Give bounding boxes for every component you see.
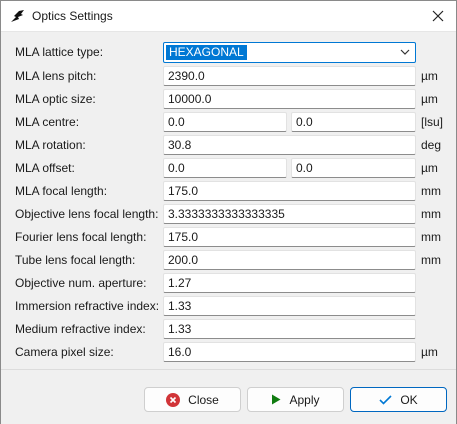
row-optic-size: MLA optic size: µm bbox=[1, 89, 456, 109]
num-aperture-label: Objective num. aperture: bbox=[15, 276, 147, 290]
row-num-aperture: Objective num. aperture: bbox=[1, 273, 456, 293]
window-title: Optics Settings bbox=[32, 9, 113, 23]
row-pixel-size: Camera pixel size: µm bbox=[1, 342, 456, 362]
tube-focal-input[interactable] bbox=[163, 250, 416, 270]
title-bar: Optics Settings bbox=[1, 1, 456, 32]
window-close-button[interactable] bbox=[424, 2, 452, 30]
checkmark-icon bbox=[379, 394, 392, 405]
ok-button-label: OK bbox=[400, 392, 418, 407]
ok-button[interactable]: OK bbox=[350, 387, 447, 412]
centre-y-input[interactable] bbox=[291, 112, 416, 132]
rotation-label: MLA rotation: bbox=[15, 138, 86, 152]
row-tube-focal: Tube lens focal length: mm bbox=[1, 250, 456, 270]
fourier-focal-input[interactable] bbox=[163, 227, 416, 247]
optic-size-input[interactable] bbox=[163, 89, 416, 109]
app-bird-icon bbox=[11, 10, 24, 22]
immersion-index-label: Immersion refractive index: bbox=[15, 299, 160, 313]
row-immersion-index: Immersion refractive index: bbox=[1, 296, 456, 316]
settings-form: MLA lattice type: HEXAGONAL MLA lens pit… bbox=[1, 32, 456, 369]
optics-settings-dialog: Optics Settings MLA lattice type: HEXAGO… bbox=[0, 0, 457, 424]
tube-focal-label: Tube lens focal length: bbox=[15, 253, 136, 267]
apply-button[interactable]: Apply bbox=[247, 387, 344, 412]
centre-x-input[interactable] bbox=[163, 112, 287, 132]
lattice-type-label: MLA lattice type: bbox=[15, 45, 104, 59]
focal-length-unit: mm bbox=[421, 184, 441, 198]
row-lens-pitch: MLA lens pitch: µm bbox=[1, 66, 456, 86]
close-icon bbox=[432, 10, 444, 22]
immersion-index-input[interactable] bbox=[163, 296, 416, 316]
row-focal-length: MLA focal length: mm bbox=[1, 181, 456, 201]
row-lattice-type: MLA lattice type: HEXAGONAL bbox=[1, 42, 456, 63]
close-button[interactable]: Close bbox=[144, 387, 241, 412]
optic-size-label: MLA optic size: bbox=[15, 92, 96, 106]
objective-focal-unit: mm bbox=[421, 207, 441, 221]
row-offset: MLA offset: µm bbox=[1, 158, 456, 178]
focal-length-label: MLA focal length: bbox=[15, 184, 108, 198]
tube-focal-unit: mm bbox=[421, 253, 441, 267]
num-aperture-input[interactable] bbox=[163, 273, 416, 293]
row-centre: MLA centre: [lsu] bbox=[1, 112, 456, 132]
pixel-size-unit: µm bbox=[421, 345, 438, 359]
offset-unit: µm bbox=[421, 161, 438, 175]
lens-pitch-label: MLA lens pitch: bbox=[15, 69, 97, 83]
chevron-down-icon bbox=[400, 49, 410, 55]
pixel-size-input[interactable] bbox=[163, 342, 416, 362]
offset-x-input[interactable] bbox=[163, 158, 287, 178]
button-bar: Close Apply OK bbox=[1, 369, 456, 424]
rotation-input[interactable] bbox=[163, 135, 416, 155]
medium-index-label: Medium refractive index: bbox=[15, 322, 146, 336]
centre-label: MLA centre: bbox=[15, 115, 80, 129]
row-medium-index: Medium refractive index: bbox=[1, 319, 456, 339]
lattice-type-select[interactable]: HEXAGONAL bbox=[163, 42, 416, 63]
pixel-size-label: Camera pixel size: bbox=[15, 345, 114, 359]
row-rotation: MLA rotation: deg bbox=[1, 135, 456, 155]
offset-label: MLA offset: bbox=[15, 161, 75, 175]
objective-focal-input[interactable] bbox=[163, 204, 416, 224]
medium-index-input[interactable] bbox=[163, 319, 416, 339]
play-icon bbox=[272, 394, 281, 405]
optic-size-unit: µm bbox=[421, 92, 438, 106]
lattice-type-value: HEXAGONAL bbox=[166, 45, 247, 60]
lens-pitch-input[interactable] bbox=[163, 66, 416, 86]
apply-button-label: Apply bbox=[289, 392, 320, 407]
rotation-unit: deg bbox=[421, 138, 442, 152]
close-circle-icon bbox=[166, 392, 181, 407]
fourier-focal-unit: mm bbox=[421, 230, 441, 244]
offset-y-input[interactable] bbox=[291, 158, 416, 178]
row-objective-focal: Objective lens focal length: mm bbox=[1, 204, 456, 224]
objective-focal-label: Objective lens focal length: bbox=[15, 207, 159, 221]
centre-unit: [lsu] bbox=[421, 115, 444, 129]
close-button-label: Close bbox=[188, 392, 219, 407]
lens-pitch-unit: µm bbox=[421, 69, 438, 83]
focal-length-input[interactable] bbox=[163, 181, 416, 201]
row-fourier-focal: Fourier lens focal length: mm bbox=[1, 227, 456, 247]
fourier-focal-label: Fourier lens focal length: bbox=[15, 230, 147, 244]
